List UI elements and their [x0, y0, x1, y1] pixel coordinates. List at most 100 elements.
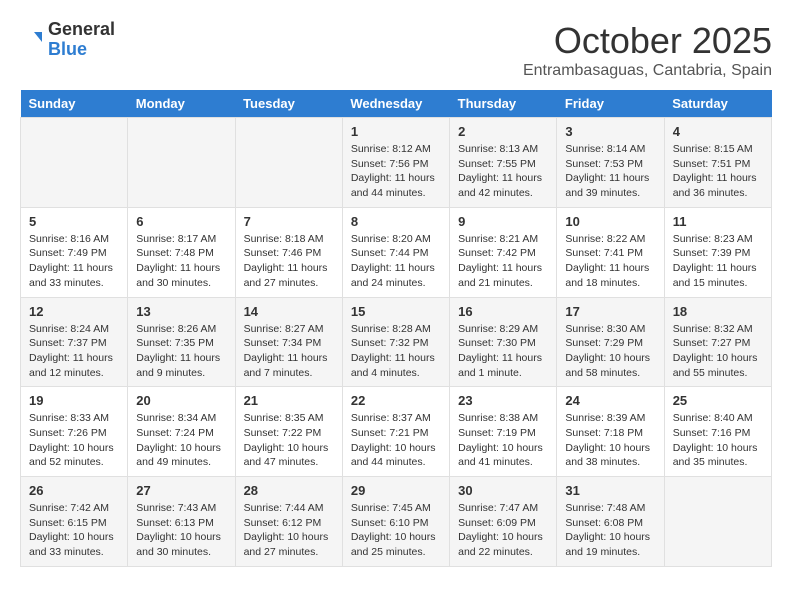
- day-info: Sunrise: 8:21 AM Sunset: 7:42 PM Dayligh…: [458, 232, 548, 291]
- day-number: 15: [351, 304, 441, 319]
- logo-general: General: [48, 20, 115, 40]
- calendar-cell: 13Sunrise: 8:26 AM Sunset: 7:35 PM Dayli…: [128, 297, 235, 387]
- calendar-cell: [21, 118, 128, 208]
- day-info: Sunrise: 8:28 AM Sunset: 7:32 PM Dayligh…: [351, 322, 441, 381]
- calendar-week-row: 12 Sunrise: 8:24 AM Sunset: 7:37 PM Dayli…: [21, 297, 772, 387]
- day-number: 2: [458, 124, 548, 139]
- calendar-cell: 8Sunrise: 8:20 AM Sunset: 7:44 PM Daylig…: [342, 207, 449, 297]
- day-info: Sunrise: 8:16 AM Sunset: 7:49 PM Dayligh…: [29, 232, 119, 291]
- day-info: Sunrise: 7:47 AM Sunset: 6:09 PM Dayligh…: [458, 501, 548, 560]
- day-info: Sunrise: 7:42 AM Sunset: 6:15 PM Dayligh…: [29, 501, 119, 560]
- calendar-cell: 14 Sunrise: 8:27 AM Sunset: 7:34 PM Dayli…: [235, 297, 342, 387]
- calendar-cell: 28Sunrise: 7:44 AM Sunset: 6:12 PM Dayli…: [235, 477, 342, 567]
- day-number: 26: [29, 483, 119, 498]
- day-info: Sunrise: 7:48 AM Sunset: 6:08 PM Dayligh…: [565, 501, 655, 560]
- day-number: 5: [29, 214, 119, 229]
- day-number: 13: [136, 304, 226, 319]
- day-info: Sunrise: 8:12 AM Sunset: 7:56 PM Dayligh…: [351, 142, 441, 201]
- calendar-cell: 21Sunrise: 8:35 AM Sunset: 7:22 PM Dayli…: [235, 387, 342, 477]
- day-info: Sunrise: 8:23 AM Sunset: 7:39 PM Dayligh…: [673, 232, 763, 291]
- day-number: 7: [244, 214, 334, 229]
- calendar-cell: 31 Sunrise: 7:48 AM Sunset: 6:08 PM Dayli…: [557, 477, 664, 567]
- day-info: Sunrise: 8:29 AM Sunset: 7:30 PM Dayligh…: [458, 322, 548, 381]
- day-info: Sunrise: 8:14 AM Sunset: 7:53 PM Dayligh…: [565, 142, 655, 201]
- day-number: 14: [244, 304, 334, 319]
- calendar-cell: 6 Sunrise: 8:17 AM Sunset: 7:48 PM Daylig…: [128, 207, 235, 297]
- logo: General Blue: [20, 20, 115, 60]
- calendar-week-row: 19Sunrise: 8:33 AM Sunset: 7:26 PM Dayli…: [21, 387, 772, 477]
- calendar-cell: 22Sunrise: 8:37 AM Sunset: 7:21 PM Dayli…: [342, 387, 449, 477]
- weekday-header-monday: Monday: [128, 90, 235, 118]
- day-info: Sunrise: 8:20 AM Sunset: 7:44 PM Dayligh…: [351, 232, 441, 291]
- calendar-cell: 23Sunrise: 8:38 AM Sunset: 7:19 PM Dayli…: [450, 387, 557, 477]
- weekday-header-thursday: Thursday: [450, 90, 557, 118]
- day-number: 10: [565, 214, 655, 229]
- day-number: 27: [136, 483, 226, 498]
- calendar-week-row: 5 Sunrise: 8:16 AM Sunset: 7:49 PM Daylig…: [21, 207, 772, 297]
- calendar-cell: 2 Sunrise: 8:13 AM Sunset: 7:55 PM Daylig…: [450, 118, 557, 208]
- day-number: 4: [673, 124, 763, 139]
- weekday-header-wednesday: Wednesday: [342, 90, 449, 118]
- calendar-cell: [128, 118, 235, 208]
- calendar-cell: 12 Sunrise: 8:24 AM Sunset: 7:37 PM Dayli…: [21, 297, 128, 387]
- day-number: 30: [458, 483, 548, 498]
- calendar-cell: 5 Sunrise: 8:16 AM Sunset: 7:49 PM Daylig…: [21, 207, 128, 297]
- day-number: 16: [458, 304, 548, 319]
- day-info: Sunrise: 8:24 AM Sunset: 7:37 PM Dayligh…: [29, 322, 119, 381]
- weekday-header-friday: Friday: [557, 90, 664, 118]
- calendar-cell: 30 Sunrise: 7:47 AM Sunset: 6:09 PM Dayli…: [450, 477, 557, 567]
- calendar-week-row: 1 Sunrise: 8:12 AM Sunset: 7:56 PM Daylig…: [21, 118, 772, 208]
- month-title: October 2025: [523, 20, 772, 62]
- day-info: Sunrise: 7:43 AM Sunset: 6:13 PM Dayligh…: [136, 501, 226, 560]
- calendar-cell: 9 Sunrise: 8:21 AM Sunset: 7:42 PM Daylig…: [450, 207, 557, 297]
- calendar-cell: 10Sunrise: 8:22 AM Sunset: 7:41 PM Dayli…: [557, 207, 664, 297]
- day-number: 23: [458, 393, 548, 408]
- day-number: 6: [136, 214, 226, 229]
- day-info: Sunrise: 8:27 AM Sunset: 7:34 PM Dayligh…: [244, 322, 334, 381]
- calendar-week-row: 26 Sunrise: 7:42 AM Sunset: 6:15 PM Dayli…: [21, 477, 772, 567]
- calendar-cell: 16 Sunrise: 8:29 AM Sunset: 7:30 PM Dayli…: [450, 297, 557, 387]
- day-number: 28: [244, 483, 334, 498]
- calendar-cell: 24Sunrise: 8:39 AM Sunset: 7:18 PM Dayli…: [557, 387, 664, 477]
- calendar-cell: 19Sunrise: 8:33 AM Sunset: 7:26 PM Dayli…: [21, 387, 128, 477]
- day-info: Sunrise: 8:39 AM Sunset: 7:18 PM Dayligh…: [565, 411, 655, 470]
- day-number: 3: [565, 124, 655, 139]
- calendar-cell: 18Sunrise: 8:32 AM Sunset: 7:27 PM Dayli…: [664, 297, 771, 387]
- weekday-header-tuesday: Tuesday: [235, 90, 342, 118]
- day-info: Sunrise: 8:17 AM Sunset: 7:48 PM Dayligh…: [136, 232, 226, 291]
- calendar-cell: 11Sunrise: 8:23 AM Sunset: 7:39 PM Dayli…: [664, 207, 771, 297]
- calendar-cell: 25Sunrise: 8:40 AM Sunset: 7:16 PM Dayli…: [664, 387, 771, 477]
- day-info: Sunrise: 8:13 AM Sunset: 7:55 PM Dayligh…: [458, 142, 548, 201]
- weekday-header-saturday: Saturday: [664, 90, 771, 118]
- calendar-cell: 27 Sunrise: 7:43 AM Sunset: 6:13 PM Dayli…: [128, 477, 235, 567]
- day-number: 9: [458, 214, 548, 229]
- calendar-cell: 4 Sunrise: 8:15 AM Sunset: 7:51 PM Daylig…: [664, 118, 771, 208]
- day-info: Sunrise: 7:45 AM Sunset: 6:10 PM Dayligh…: [351, 501, 441, 560]
- day-number: 29: [351, 483, 441, 498]
- day-info: Sunrise: 8:33 AM Sunset: 7:26 PM Dayligh…: [29, 411, 119, 470]
- calendar-cell: 3 Sunrise: 8:14 AM Sunset: 7:53 PM Daylig…: [557, 118, 664, 208]
- calendar-cell: 7Sunrise: 8:18 AM Sunset: 7:46 PM Daylig…: [235, 207, 342, 297]
- day-number: 1: [351, 124, 441, 139]
- day-number: 21: [244, 393, 334, 408]
- calendar-cell: 17Sunrise: 8:30 AM Sunset: 7:29 PM Dayli…: [557, 297, 664, 387]
- calendar-cell: 20 Sunrise: 8:34 AM Sunset: 7:24 PM Dayli…: [128, 387, 235, 477]
- header: General Blue October 2025 Entrambasaguas…: [20, 20, 772, 80]
- calendar-table: SundayMondayTuesdayWednesdayThursdayFrid…: [20, 90, 772, 567]
- day-number: 20: [136, 393, 226, 408]
- logo-blue: Blue: [48, 40, 115, 60]
- day-number: 12: [29, 304, 119, 319]
- day-info: Sunrise: 8:34 AM Sunset: 7:24 PM Dayligh…: [136, 411, 226, 470]
- day-number: 18: [673, 304, 763, 319]
- day-info: Sunrise: 8:40 AM Sunset: 7:16 PM Dayligh…: [673, 411, 763, 470]
- calendar-cell: 15 Sunrise: 8:28 AM Sunset: 7:32 PM Dayli…: [342, 297, 449, 387]
- calendar-cell: 1 Sunrise: 8:12 AM Sunset: 7:56 PM Daylig…: [342, 118, 449, 208]
- day-number: 22: [351, 393, 441, 408]
- day-info: Sunrise: 8:15 AM Sunset: 7:51 PM Dayligh…: [673, 142, 763, 201]
- calendar-cell: 29 Sunrise: 7:45 AM Sunset: 6:10 PM Dayli…: [342, 477, 449, 567]
- calendar-cell: 26 Sunrise: 7:42 AM Sunset: 6:15 PM Dayli…: [21, 477, 128, 567]
- logo-icon: [20, 28, 44, 52]
- day-number: 31: [565, 483, 655, 498]
- day-number: 17: [565, 304, 655, 319]
- title-area: October 2025 Entrambasaguas, Cantabria, …: [523, 20, 772, 80]
